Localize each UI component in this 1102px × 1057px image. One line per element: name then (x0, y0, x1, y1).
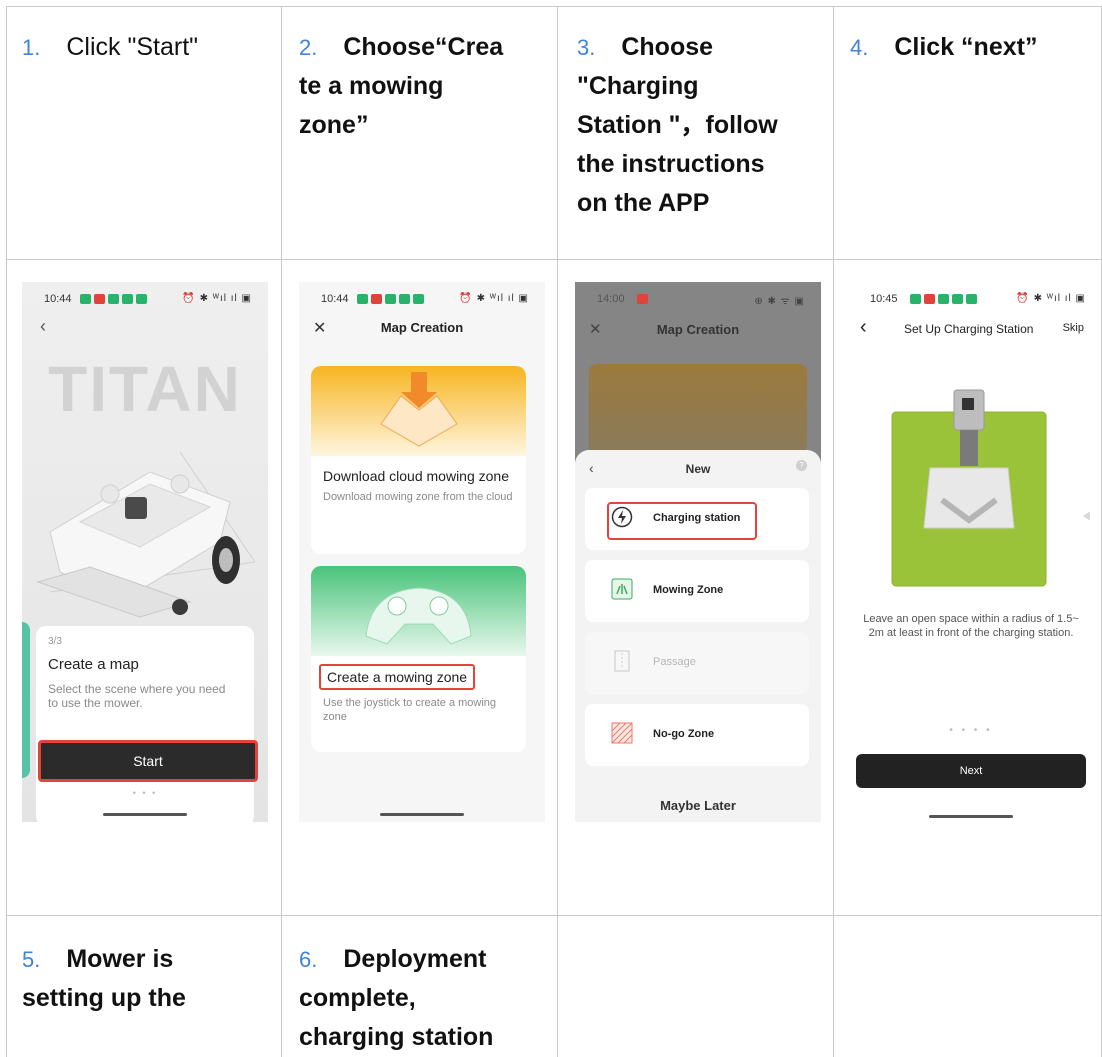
step-2-caption: 2. Choose“Crea te a mowing zone” (299, 33, 504, 139)
option-passage: Passage (585, 632, 809, 694)
page-indicator: 3/3 (48, 636, 62, 647)
back-icon[interactable]: ‹ (40, 316, 46, 337)
maybe-later-button[interactable]: Maybe Later (575, 798, 821, 813)
cloud-download-illustration (311, 366, 526, 456)
no-go-zone-icon (611, 722, 633, 744)
skip-button[interactable]: Skip (1063, 322, 1084, 334)
home-indicator (380, 813, 464, 816)
option-charging-station[interactable]: Charging station (585, 488, 809, 550)
create-mowing-zone-highlight[interactable]: Create a mowing zone (319, 664, 476, 690)
charging-station-illustration (891, 389, 1047, 587)
step-1-caption: 1. Click "Start" (22, 33, 199, 61)
phone-screenshot-map-creation: 10:44 ⏰ ✱ ᵂ​ıl ıl ▣ ✕ Map Creation Downl… (299, 282, 545, 822)
status-bar: 10:44 ⏰ ✱ ᵂ​ıl ıl ▣ (44, 293, 252, 305)
carousel-peek (22, 622, 30, 778)
status-bar: 10:45 ⏰ ✱ ᵂ​ıl ıl ▣ (870, 293, 1086, 305)
table-border (6, 259, 1102, 260)
table-border (557, 6, 558, 1057)
notification-icons (910, 294, 977, 304)
card-description: Select the scene where you need to use t… (48, 682, 226, 710)
step-5-caption: 5. Mower is setting up the (22, 945, 186, 1012)
screen-title: Map Creation (656, 322, 740, 337)
carousel-next-arrow[interactable] (1083, 510, 1090, 522)
status-bar: 10:44 ⏰ ✱ ᵂ​ıl ıl ▣ (321, 293, 529, 305)
notification-icons (357, 294, 424, 304)
step-4-caption: 4. Click “next” (850, 33, 1038, 61)
next-button[interactable]: Next (856, 754, 1086, 788)
home-indicator (103, 813, 187, 816)
passage-icon (614, 650, 630, 672)
table-border (6, 6, 1102, 7)
table-border (833, 6, 834, 1057)
sheet-title: New (685, 462, 711, 476)
notification-icons (80, 294, 147, 304)
home-indicator (929, 815, 1013, 818)
step-6-caption: 6. Deployment complete, charging station (299, 945, 494, 1051)
system-icons: ⊕ ✱ ᯤ ▣ (754, 296, 805, 307)
status-bar: 14:00 ⊕ ✱ ᯤ ▣ (597, 293, 805, 307)
table-border (6, 915, 1102, 916)
phone-screenshot-new-sheet: 14:00 ⊕ ✱ ᯤ ▣ ✕ Map Creation ‹ New ? Cha… (575, 282, 821, 822)
start-button[interactable]: Start (38, 740, 258, 782)
create-mowing-zone-option[interactable]: Create a mowing zone Use the joystick to… (311, 566, 526, 752)
back-icon[interactable]: ‹ (860, 316, 867, 339)
phone-screenshot-start: 10:44 ⏰ ✱ ᵂ​ıl ıl ▣ ‹ TITAN 3/3 Create a… (22, 282, 268, 822)
option-mowing-zone[interactable]: Mowing Zone (585, 560, 809, 622)
card-title: Create a map (48, 656, 139, 673)
carousel-dots: • • • (132, 788, 158, 798)
grass-icon (611, 578, 633, 600)
screen-title: Set Up Charging Station (904, 322, 1034, 336)
instruction-text: Leave an open space within a radius of 1… (863, 613, 1079, 639)
table-border (281, 6, 282, 1057)
option-no-go-zone[interactable]: No-go Zone (585, 704, 809, 766)
mower-robot-image (36, 451, 256, 618)
notification-icons (637, 294, 648, 304)
charging-station-highlight (607, 502, 757, 540)
table-border (6, 6, 7, 1057)
download-cloud-zone-option[interactable]: Download cloud mowing zone Download mowi… (311, 366, 526, 554)
step-3-caption: 3. Choose "Charging Station "，follow the … (577, 33, 778, 217)
dimmed-banner (589, 364, 807, 454)
help-icon[interactable]: ? (796, 460, 807, 471)
carousel-dots: • • • • (949, 725, 993, 736)
bottom-sheet: ‹ New ? Charging station Mowing Zone Pas… (575, 450, 821, 822)
joystick-illustration (311, 566, 526, 656)
screen-title: Map Creation (380, 320, 464, 335)
phone-screenshot-charging-station: 10:45 ⏰ ✱ ᵂ​ıl ıl ▣ ‹ Set Up Charging St… (852, 282, 1090, 822)
